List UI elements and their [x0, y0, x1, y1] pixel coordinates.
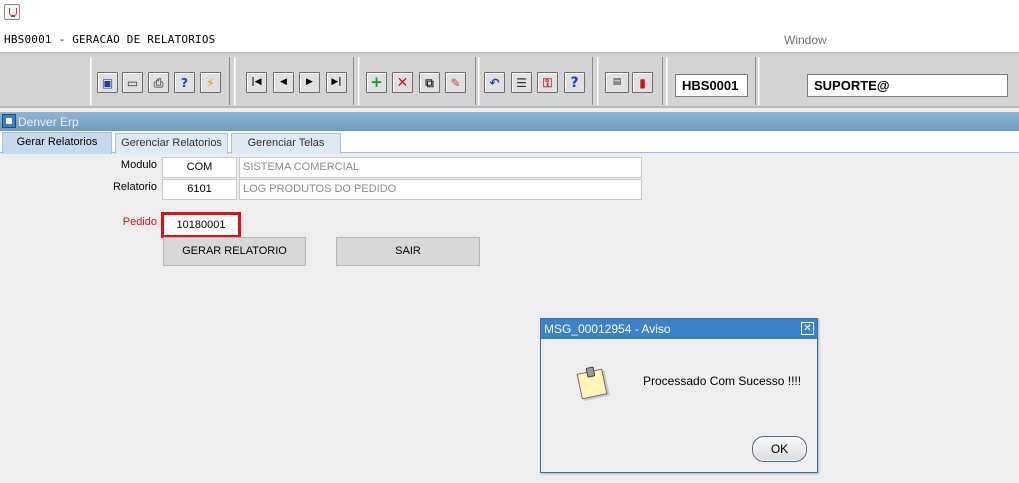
relatorio-label: Relatorio — [112, 181, 157, 193]
tab-bar: Gerar Relatorios Gerenciar Relatorios Ge… — [0, 131, 1019, 154]
user-field: SUPORTE@ — [807, 74, 1008, 97]
modulo-label: Modulo — [120, 159, 157, 171]
undo-icon[interactable]: ↶ — [484, 72, 505, 93]
execute-query-icon[interactable]: ⚡ — [200, 72, 221, 93]
help-icon[interactable]: ? — [564, 72, 585, 93]
first-record-icon[interactable]: |◀ — [246, 72, 267, 93]
last-record-icon[interactable]: ▶| — [326, 72, 347, 93]
delete-record-icon[interactable]: ✕ — [392, 72, 413, 93]
toolbar-group-file: ▣ ▭ ⎙ ? ⚡ — [90, 57, 230, 105]
sair-button[interactable]: SAIR — [336, 237, 480, 266]
note-icon — [576, 368, 608, 400]
window-icon[interactable]: ▭ — [122, 72, 143, 93]
pedido-field[interactable]: 10180001 — [161, 212, 241, 238]
gerar-relatorio-button[interactable]: GERAR RELATORIO — [163, 237, 306, 266]
java-icon — [4, 4, 20, 20]
print-icon[interactable]: ⎙ — [148, 72, 169, 93]
duplicate-record-icon[interactable]: ⧉ — [419, 72, 440, 93]
insert-record-icon[interactable]: + — [366, 72, 387, 93]
window-menu[interactable]: Window — [784, 33, 827, 47]
page-title: HBS0001 - GERACAO DE RELATORIOS — [4, 33, 216, 46]
ok-button[interactable]: OK — [752, 436, 807, 462]
toolbar-group-navigation: |◀ ◀ ▶ ▶| — [234, 57, 354, 105]
relatorio-desc-field: LOG PRODUTOS DO PEDIDO — [239, 179, 642, 200]
frame-title: Denver Erp — [18, 115, 79, 129]
dialog-message: Processado Com Sucesso !!!! — [643, 374, 802, 388]
pedido-value: 10180001 — [176, 219, 226, 231]
list-icon[interactable]: ☰ — [511, 72, 532, 93]
dialog-title: MSG_00012954 - Aviso — [541, 319, 817, 339]
save-icon[interactable]: ▣ — [97, 72, 118, 93]
toolbar-group-user: SUPORTE@ — [758, 57, 1019, 105]
frame-header: Denver Erp — [0, 112, 1019, 131]
next-record-icon[interactable]: ▶ — [299, 72, 320, 93]
query-icon[interactable]: ? — [174, 72, 195, 93]
exit-icon[interactable]: ▮ — [632, 72, 653, 93]
toolbar: ▣ ▭ ⎙ ? ⚡ |◀ ◀ ▶ ▶| + ✕ ⧉ ✎ ↶ ☰ ⚿ ? ▤ ▮ … — [0, 52, 1019, 108]
tab-gerenciar-relatorios[interactable]: Gerenciar Relatorios — [115, 133, 228, 154]
pedido-label: Pedido — [122, 216, 157, 228]
previous-record-icon[interactable]: ◀ — [273, 72, 294, 93]
frame-icon — [2, 114, 16, 128]
relatorio-code-field[interactable]: 6101 — [162, 179, 237, 200]
menubar: HBS0001 - GERACAO DE RELATORIOS Window — [0, 28, 1019, 52]
toolbar-group-records: + ✕ ⧉ ✎ — [358, 57, 476, 105]
tab-gerenciar-telas[interactable]: Gerenciar Telas — [231, 133, 341, 154]
toolbar-group-form: HBS0001 — [666, 57, 756, 105]
menu-icon[interactable]: ▤ — [605, 72, 629, 93]
close-icon[interactable]: ✕ — [801, 322, 814, 335]
modulo-desc-field: SISTEMA COMERCIAL — [239, 157, 642, 178]
app-titlebar — [0, 0, 1019, 28]
toolbar-group-exit: ▤ ▮ — [597, 57, 663, 105]
tab-gerar-relatorios[interactable]: Gerar Relatorios — [2, 132, 112, 154]
edit-icon[interactable]: ✎ — [445, 72, 466, 93]
toolbar-group-tools: ↶ ☰ ⚿ ? — [478, 57, 593, 105]
message-dialog: MSG_00012954 - Aviso ✕ Processado Com Su… — [540, 318, 818, 473]
form-code-field: HBS0001 — [675, 74, 748, 97]
modulo-code-field[interactable]: COM — [162, 157, 237, 178]
key-icon[interactable]: ⚿ — [537, 72, 558, 93]
